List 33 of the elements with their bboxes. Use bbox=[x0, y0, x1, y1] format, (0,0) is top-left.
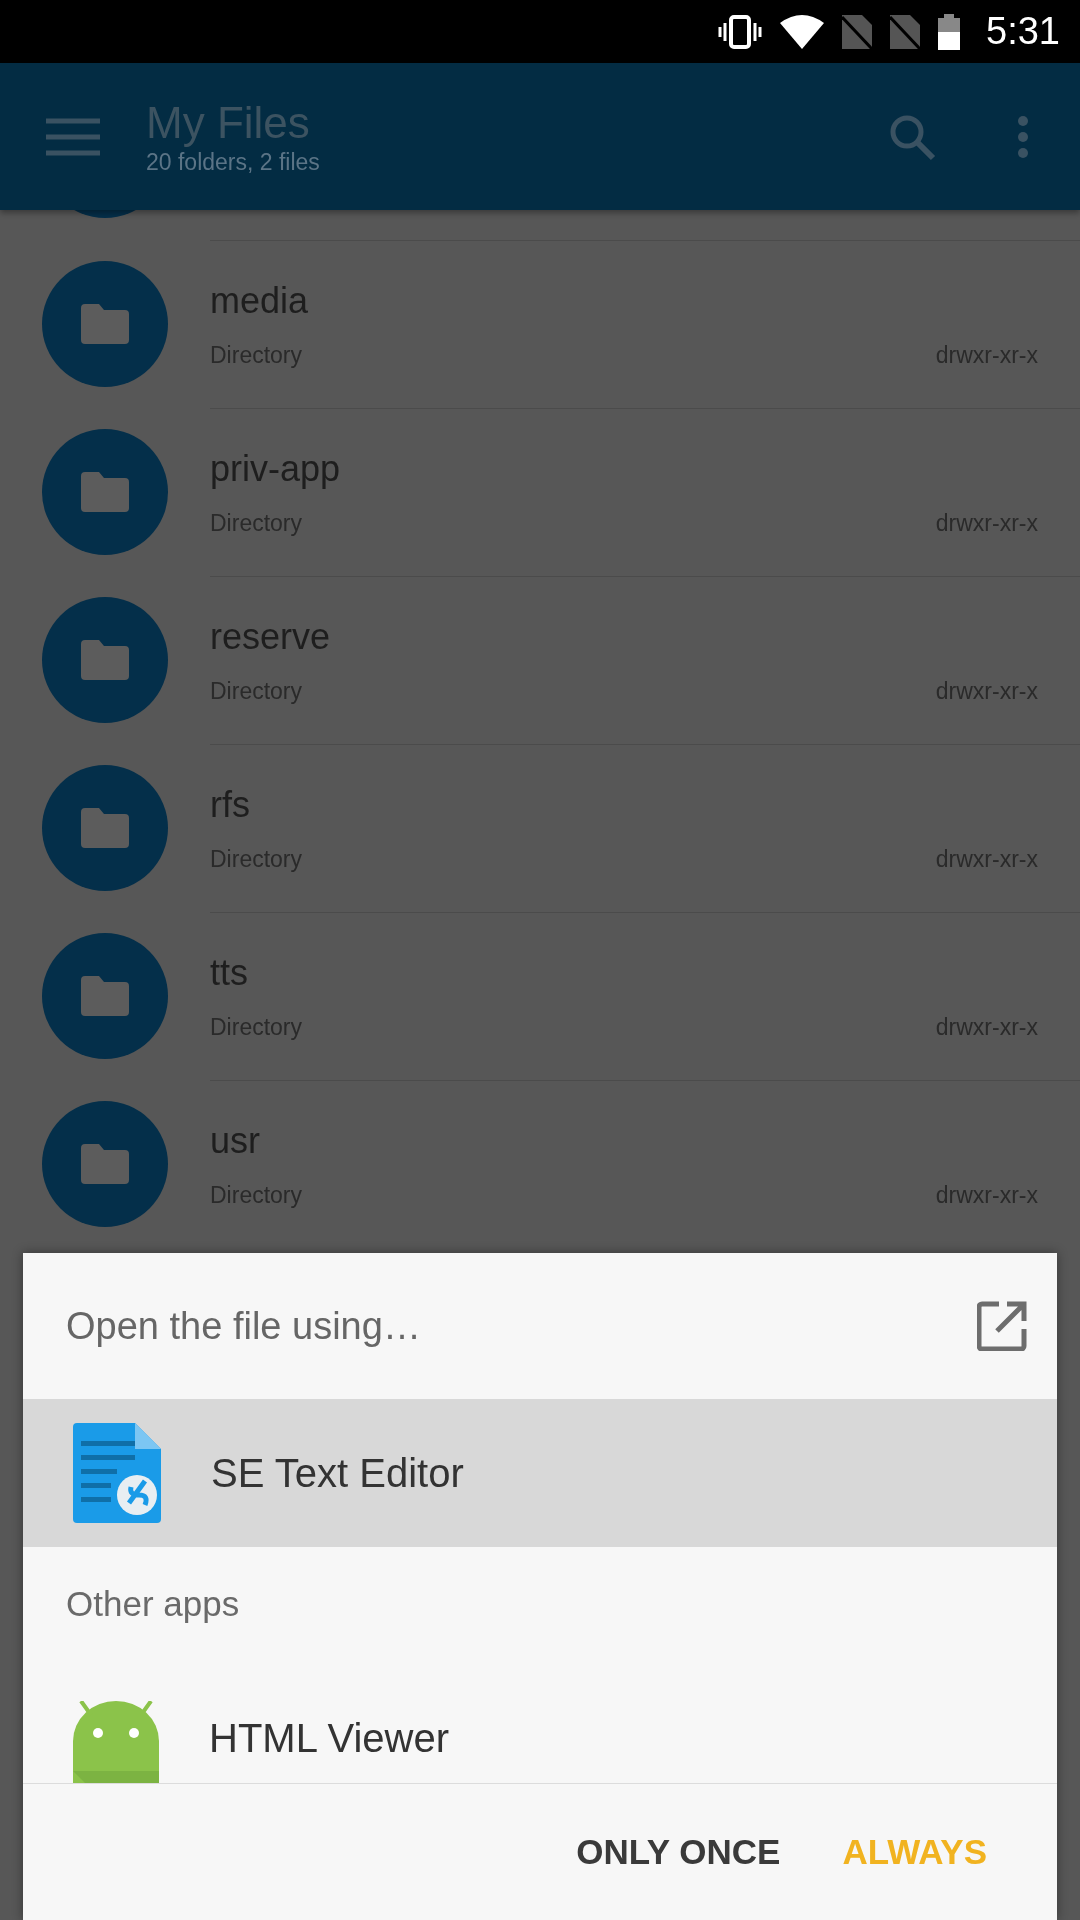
dialog-title: Open the file using… bbox=[66, 1304, 421, 1348]
dialog-button[interactable]: ALWAYS bbox=[842, 1832, 987, 1872]
wifi-icon bbox=[780, 14, 825, 49]
dialog-button[interactable]: ONLY ONCE bbox=[576, 1832, 781, 1872]
folder-count: 20 folders, 2 files bbox=[146, 149, 321, 176]
document-app-icon bbox=[73, 1423, 161, 1523]
no-sim-icon bbox=[890, 14, 921, 49]
folder-name: rfs bbox=[210, 784, 251, 826]
app-option[interactable]: SE Text Editor bbox=[23, 1399, 1057, 1547]
app-name: SE Text Editor bbox=[211, 1450, 464, 1496]
folder-name: tts bbox=[210, 952, 249, 994]
vibrate-icon bbox=[718, 14, 763, 49]
folder-icon bbox=[81, 640, 129, 680]
more-options-icon[interactable] bbox=[1016, 114, 1030, 159]
folder-icon bbox=[81, 304, 129, 344]
folder-icon bbox=[81, 808, 129, 848]
folder-name: priv-app bbox=[210, 448, 342, 490]
android-icon bbox=[73, 1701, 159, 1783]
folder-icon bbox=[81, 1144, 129, 1184]
folder-icon bbox=[81, 472, 129, 512]
no-sim-icon bbox=[842, 14, 873, 49]
battery-icon bbox=[938, 13, 961, 50]
folder-name: reserve bbox=[210, 616, 332, 658]
folder-name: usr bbox=[210, 1120, 261, 1162]
app-title: My Files bbox=[146, 97, 311, 149]
menu-icon[interactable] bbox=[46, 117, 100, 156]
open-external-icon[interactable] bbox=[977, 1301, 1027, 1351]
app-option[interactable]: HTML Viewer bbox=[23, 1660, 1057, 1783]
section-label: Other apps bbox=[65, 1582, 241, 1625]
clock-time: 5:31 bbox=[986, 10, 1060, 53]
folder-name: media bbox=[210, 280, 310, 322]
app-name: HTML Viewer bbox=[209, 1716, 450, 1761]
folder-icon bbox=[81, 976, 129, 1016]
